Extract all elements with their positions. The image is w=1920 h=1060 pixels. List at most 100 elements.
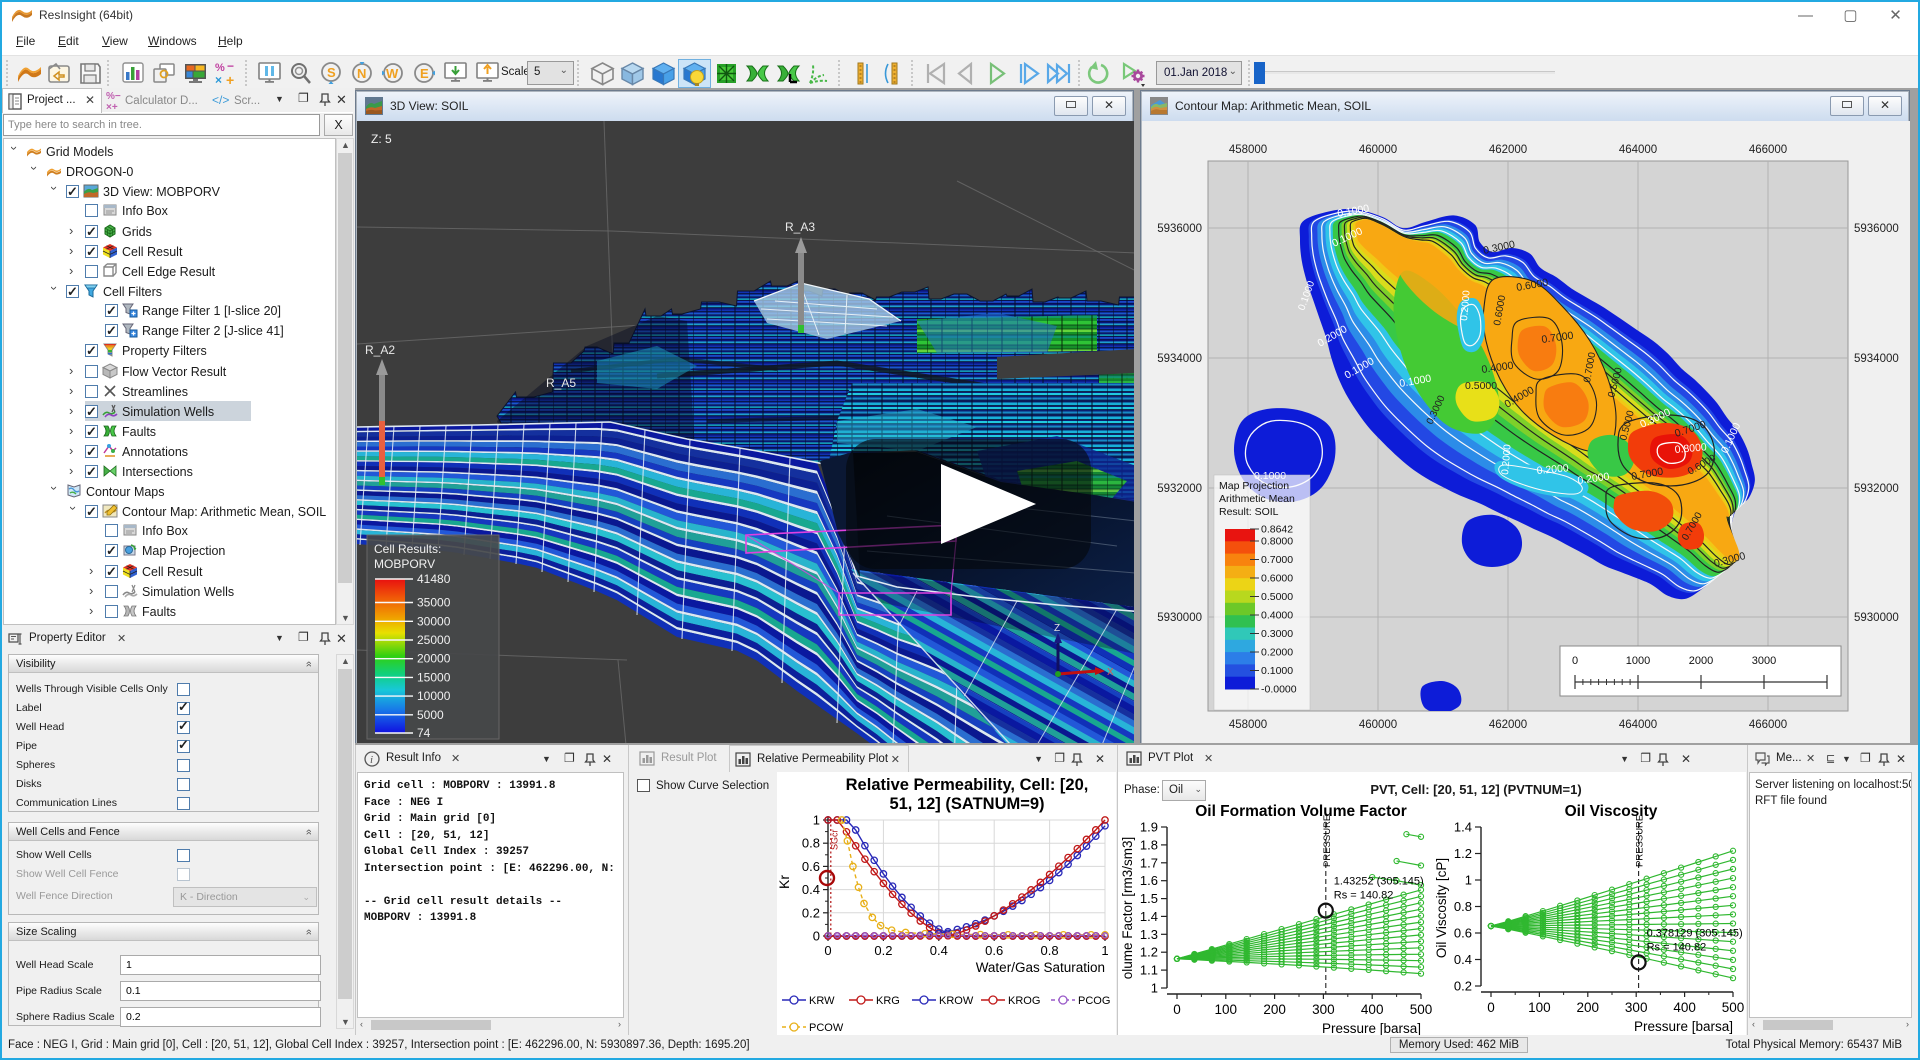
svg-text:20000: 20000 — [417, 652, 451, 666]
svg-text:5932000: 5932000 — [1157, 483, 1202, 495]
svg-text:0.8: 0.8 — [802, 836, 820, 851]
svg-text:0.8: 0.8 — [1041, 943, 1059, 958]
svg-text:Oil Formation Volume Factor: Oil Formation Volume Factor — [1195, 803, 1407, 820]
svg-text:KROW: KROW — [939, 995, 974, 1007]
svg-text:-0.0000: -0.0000 — [1261, 684, 1297, 696]
svg-text:400: 400 — [1673, 1000, 1696, 1015]
svg-text:458000: 458000 — [1229, 719, 1267, 731]
svg-text:Result: SOIL: Result: SOIL — [1219, 506, 1279, 518]
svg-text:1.8: 1.8 — [1140, 837, 1158, 852]
svg-text:Pressure [barsa]: Pressure [barsa] — [1634, 1019, 1733, 1034]
svg-text:1.4: 1.4 — [1454, 820, 1472, 835]
svg-text:2000: 2000 — [1689, 655, 1713, 667]
svg-text:Rs = 140.82: Rs = 140.82 — [1334, 890, 1394, 902]
svg-text:5934000: 5934000 — [1157, 353, 1202, 365]
svg-text:100: 100 — [1215, 1002, 1238, 1017]
svg-text:0.3000: 0.3000 — [1261, 628, 1293, 640]
svg-text:0: 0 — [1173, 1002, 1181, 1017]
svg-text:Z: Z — [1054, 623, 1060, 634]
svg-text:E: E — [420, 66, 429, 81]
svg-text:74: 74 — [417, 726, 431, 740]
svg-text:51, 12] (SATNUM=9): 51, 12] (SATNUM=9) — [889, 795, 1044, 813]
svg-text:10000: 10000 — [417, 689, 451, 703]
svg-text:25000: 25000 — [417, 633, 451, 647]
svg-text:0.5000: 0.5000 — [1261, 591, 1293, 603]
svg-text:+: + — [226, 72, 234, 87]
svg-text:5930000: 5930000 — [1854, 612, 1899, 624]
svg-text:olume Factor [rm3/sm3]: olume Factor [rm3/sm3] — [1120, 837, 1135, 980]
svg-text:1.6: 1.6 — [1140, 873, 1158, 888]
svg-text:41480: 41480 — [417, 572, 451, 586]
svg-text:Map Projection: Map Projection — [1219, 480, 1289, 492]
svg-text:300: 300 — [1312, 1002, 1335, 1017]
svg-text:0.378129 (305.145): 0.378129 (305.145) — [1647, 927, 1743, 939]
svg-text:200: 200 — [1263, 1002, 1286, 1017]
svg-text:0: 0 — [1572, 655, 1578, 667]
svg-text:Oil Viscosity [cP]: Oil Viscosity [cP] — [1434, 858, 1449, 958]
svg-text:0.8: 0.8 — [1454, 899, 1472, 914]
svg-text:100: 100 — [1528, 1000, 1551, 1015]
svg-text:0: 0 — [813, 929, 820, 944]
svg-text:KRW: KRW — [809, 995, 835, 1007]
svg-text:458000: 458000 — [1229, 144, 1267, 156]
svg-text:PRESSURE: PRESSURE — [1635, 815, 1646, 867]
svg-text:PRESSURE: PRESSURE — [1322, 815, 1333, 867]
svg-text:1: 1 — [1151, 981, 1158, 996]
svg-text:462000: 462000 — [1489, 719, 1527, 731]
svg-text:1: 1 — [1465, 873, 1472, 888]
svg-text:KRG: KRG — [876, 995, 900, 1007]
svg-text:400: 400 — [1361, 1002, 1384, 1017]
svg-text:PCOG: PCOG — [1078, 995, 1110, 1007]
svg-text:0: 0 — [824, 943, 831, 958]
svg-text:0.2: 0.2 — [874, 943, 892, 958]
svg-text:KROG: KROG — [1008, 995, 1040, 1007]
svg-text:5930000: 5930000 — [1157, 612, 1202, 624]
svg-text:0.4000: 0.4000 — [1261, 610, 1293, 622]
svg-text:466000: 466000 — [1749, 719, 1787, 731]
svg-text:5936000: 5936000 — [1157, 223, 1202, 235]
svg-text:500: 500 — [1722, 1000, 1745, 1015]
svg-text:466000: 466000 — [1749, 144, 1787, 156]
svg-text:R_A5: R_A5 — [546, 376, 576, 390]
svg-text:1.4: 1.4 — [1140, 909, 1158, 924]
svg-text:1: 1 — [813, 813, 820, 828]
svg-text:SGcr: SGcr — [830, 829, 840, 850]
svg-text:1: 1 — [1101, 943, 1108, 958]
svg-text:30000: 30000 — [417, 614, 451, 628]
svg-text:W: W — [386, 66, 399, 81]
svg-text:15000: 15000 — [417, 670, 451, 684]
svg-text:0.4: 0.4 — [802, 882, 820, 897]
svg-text:MOBPORV: MOBPORV — [374, 557, 435, 571]
svg-text:1.2: 1.2 — [1140, 945, 1158, 960]
svg-text:0.8642: 0.8642 — [1261, 524, 1293, 536]
svg-text:464000: 464000 — [1619, 144, 1657, 156]
svg-text:0.8000: 0.8000 — [1261, 536, 1293, 548]
svg-text:Cell Results:: Cell Results: — [374, 542, 441, 556]
svg-text:PCOW: PCOW — [809, 1022, 844, 1034]
svg-text:5936000: 5936000 — [1854, 223, 1899, 235]
svg-text:R_A3: R_A3 — [785, 220, 815, 234]
svg-text:Water/Gas Saturation: Water/Gas Saturation — [976, 960, 1105, 975]
svg-text:×: × — [215, 73, 222, 87]
svg-text:Z: 5: Z: 5 — [371, 132, 392, 146]
svg-text:5000: 5000 — [417, 708, 444, 722]
svg-text:0.1000: 0.1000 — [1261, 665, 1293, 677]
svg-text:460000: 460000 — [1359, 144, 1397, 156]
svg-text:1.2: 1.2 — [1454, 846, 1472, 861]
svg-text:1000: 1000 — [1626, 655, 1650, 667]
svg-text:0.2: 0.2 — [802, 905, 820, 920]
svg-text:0.2000: 0.2000 — [1261, 647, 1293, 659]
svg-text:Relative Permeability, Cell: [: Relative Permeability, Cell: [20, — [846, 776, 1089, 794]
svg-text:1.7: 1.7 — [1140, 855, 1158, 870]
svg-text:1.3: 1.3 — [1140, 927, 1158, 942]
svg-text:N: N — [357, 66, 366, 81]
svg-text:0: 0 — [1487, 1000, 1495, 1015]
svg-text:5934000: 5934000 — [1854, 353, 1899, 365]
svg-text:300: 300 — [1625, 1000, 1648, 1015]
svg-text:X: X — [1107, 667, 1114, 678]
svg-text:0.2: 0.2 — [1454, 979, 1472, 994]
svg-text:0.6000: 0.6000 — [1261, 573, 1293, 585]
svg-text:Kr: Kr — [777, 875, 792, 889]
svg-text:Rs = 140.82: Rs = 140.82 — [1647, 941, 1707, 953]
svg-text:0.7000: 0.7000 — [1261, 554, 1293, 566]
